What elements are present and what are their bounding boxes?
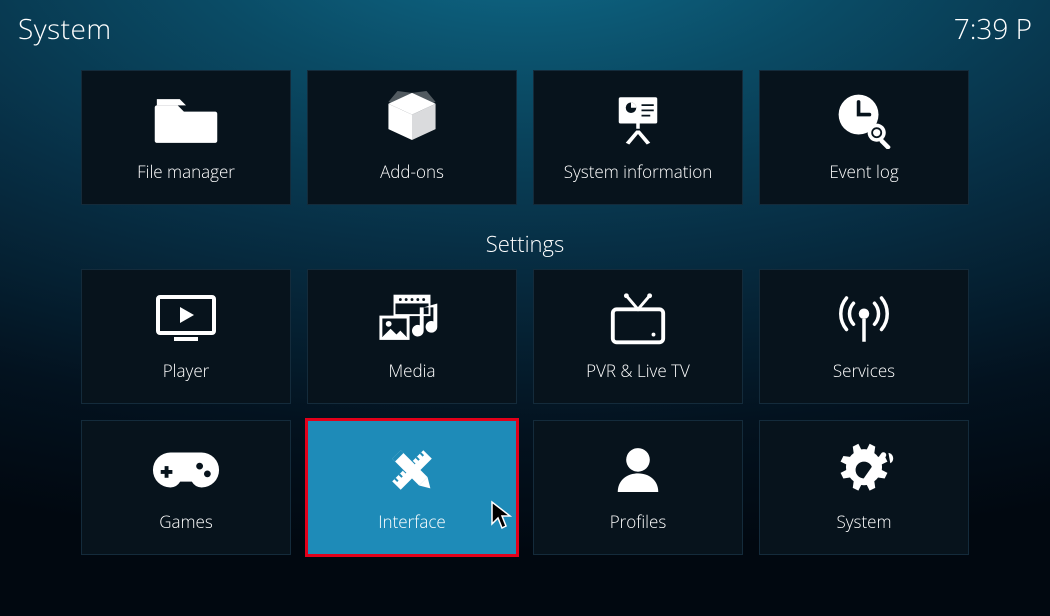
gamepad-icon	[151, 443, 221, 498]
media-library-icon	[377, 292, 447, 347]
gear-tools-icon	[829, 443, 899, 498]
tile-label: Interface	[378, 510, 446, 533]
tile-label: Media	[389, 359, 436, 382]
tile-label: File manager	[137, 160, 235, 183]
tile-label: Profiles	[610, 510, 667, 533]
folder-icon	[151, 93, 221, 148]
monitor-play-icon	[151, 292, 221, 347]
broadcast-icon	[829, 292, 899, 347]
tile-label: PVR & Live TV	[586, 359, 690, 382]
tv-antenna-icon	[603, 292, 673, 347]
tile-label: System information	[564, 160, 713, 183]
open-box-icon	[377, 93, 447, 148]
presentation-chart-icon	[603, 93, 673, 148]
tile-add-ons[interactable]: Add-ons	[307, 70, 517, 205]
page-title: System	[18, 10, 112, 48]
tile-label: Services	[833, 359, 895, 382]
tile-media[interactable]: Media	[307, 269, 517, 404]
tile-profiles[interactable]: Profiles	[533, 420, 743, 555]
tile-system[interactable]: System	[759, 420, 969, 555]
tile-interface[interactable]: Interface	[305, 418, 519, 557]
tile-label: Event log	[829, 160, 898, 183]
pencil-ruler-icon	[377, 443, 447, 498]
tile-file-manager[interactable]: File manager	[81, 70, 291, 205]
tile-system-information[interactable]: System information	[533, 70, 743, 205]
tile-event-log[interactable]: Event log	[759, 70, 969, 205]
tile-games[interactable]: Games	[81, 420, 291, 555]
clock: 7:39 P	[954, 10, 1032, 48]
clock-search-icon	[829, 93, 899, 148]
user-icon	[603, 443, 673, 498]
tile-pvr[interactable]: PVR & Live TV	[533, 269, 743, 404]
tile-label: Player	[163, 359, 210, 382]
tile-label: Games	[159, 510, 213, 533]
tile-label: Add-ons	[380, 160, 444, 183]
section-label-settings: Settings	[0, 229, 1050, 259]
tile-services[interactable]: Services	[759, 269, 969, 404]
tile-player[interactable]: Player	[81, 269, 291, 404]
tile-label: System	[836, 510, 891, 533]
